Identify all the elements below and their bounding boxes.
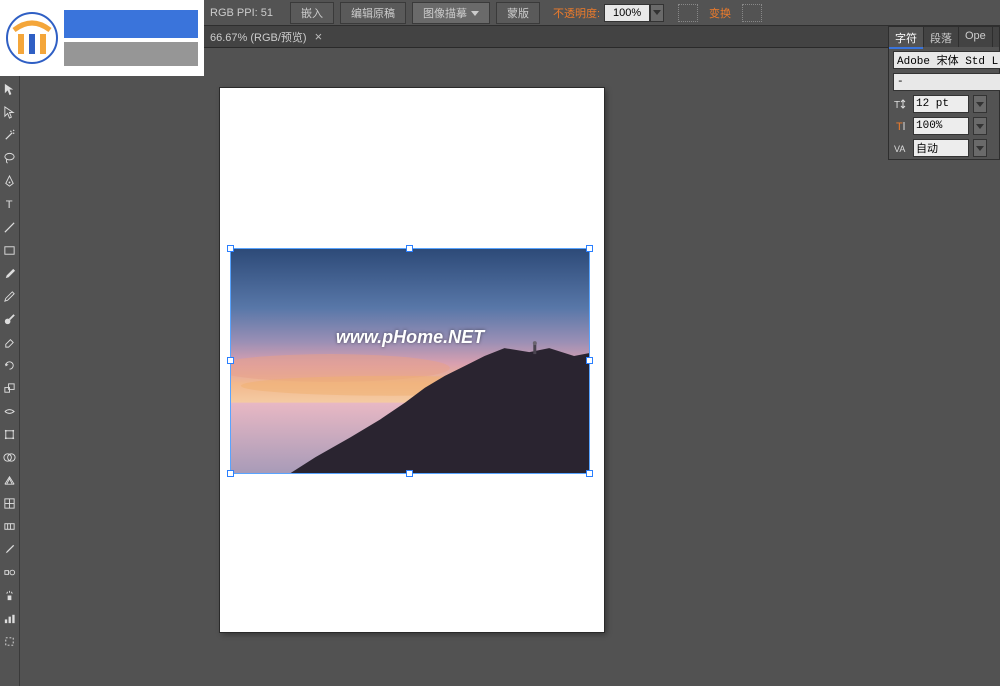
logo-icon: [6, 12, 58, 64]
opacity-dropdown-button[interactable]: [650, 4, 664, 22]
pen-tool[interactable]: [3, 174, 17, 188]
blend-tool[interactable]: [3, 565, 17, 579]
kerning-input[interactable]: [913, 139, 969, 157]
image-trace-button[interactable]: 图像描摹: [412, 2, 490, 24]
vertical-scale-input[interactable]: [913, 117, 969, 135]
font-style-input[interactable]: [893, 73, 1000, 91]
magic-wand-tool[interactable]: [3, 128, 17, 142]
artboard-tool[interactable]: [3, 634, 17, 648]
placed-image[interactable]: www.pHome.NET: [230, 248, 590, 474]
mesh-tool[interactable]: [3, 496, 17, 510]
gradient-tool[interactable]: [3, 519, 17, 533]
transform-handle[interactable]: [406, 470, 413, 477]
svg-text:T: T: [896, 121, 903, 133]
close-icon[interactable]: ×: [315, 29, 323, 44]
isolate-icon[interactable]: [742, 4, 762, 22]
tool-panel: T: [0, 48, 20, 686]
column-graph-tool[interactable]: [3, 611, 17, 625]
transform-label[interactable]: 变换: [709, 5, 731, 21]
selection-tool[interactable]: [3, 82, 17, 96]
edit-original-button[interactable]: 编辑原稿: [340, 2, 406, 24]
width-tool[interactable]: [3, 404, 17, 418]
svg-text:VA: VA: [894, 144, 905, 154]
font-size-input[interactable]: [913, 95, 969, 113]
opacity-label: 不透明度:: [553, 5, 600, 21]
document-tab-title[interactable]: 66.67% (RGB/预览): [210, 29, 307, 45]
transform-handle[interactable]: [586, 357, 593, 364]
embed-button[interactable]: 嵌入: [290, 2, 334, 24]
eraser-tool[interactable]: [3, 335, 17, 349]
font-size-icon: T: [893, 96, 909, 112]
logo-bars: [64, 10, 198, 66]
tab-opentype[interactable]: Ope: [959, 27, 993, 47]
transform-handle[interactable]: [586, 245, 593, 252]
vertical-scale-dropdown[interactable]: [973, 117, 987, 135]
artboard[interactable]: www.pHome.NET: [220, 88, 604, 632]
paintbrush-tool[interactable]: [3, 266, 17, 280]
tab-character[interactable]: 字符: [889, 27, 924, 47]
transform-handle[interactable]: [586, 470, 593, 477]
pencil-tool[interactable]: [3, 289, 17, 303]
blob-brush-tool[interactable]: [3, 312, 17, 326]
sunset-graphic: [231, 249, 589, 473]
opacity-input[interactable]: [604, 4, 650, 22]
scale-tool[interactable]: [3, 381, 17, 395]
transform-handle[interactable]: [227, 357, 234, 364]
line-tool[interactable]: [3, 220, 17, 234]
tab-paragraph[interactable]: 段落: [924, 27, 959, 47]
mask-button[interactable]: 蒙版: [496, 2, 540, 24]
font-family-input[interactable]: [893, 51, 1000, 69]
symbol-sprayer-tool[interactable]: [3, 588, 17, 602]
shape-builder-tool[interactable]: [3, 450, 17, 464]
transform-handle[interactable]: [227, 470, 234, 477]
vertical-scale-icon: T: [893, 118, 909, 134]
doc-info-label: RGB PPI: 51: [210, 7, 273, 19]
svg-text:T: T: [894, 100, 900, 111]
free-transform-tool[interactable]: [3, 427, 17, 441]
perspective-grid-tool[interactable]: [3, 473, 17, 487]
chevron-down-icon: [471, 11, 479, 16]
svg-text:T: T: [6, 199, 13, 211]
rotate-tool[interactable]: [3, 358, 17, 372]
transform-handle[interactable]: [227, 245, 234, 252]
kerning-icon: VA: [893, 140, 909, 156]
character-panel: 字符 段落 Ope T T VA: [888, 26, 1000, 160]
direct-selection-tool[interactable]: [3, 105, 17, 119]
transform-handle[interactable]: [406, 245, 413, 252]
align-icon[interactable]: [678, 4, 698, 22]
eyedropper-tool[interactable]: [3, 542, 17, 556]
lasso-tool[interactable]: [3, 151, 17, 165]
type-tool[interactable]: T: [3, 197, 17, 211]
font-size-dropdown[interactable]: [973, 95, 987, 113]
overlay-logo-card: [0, 0, 204, 76]
rectangle-tool[interactable]: [3, 243, 17, 257]
kerning-dropdown[interactable]: [973, 139, 987, 157]
